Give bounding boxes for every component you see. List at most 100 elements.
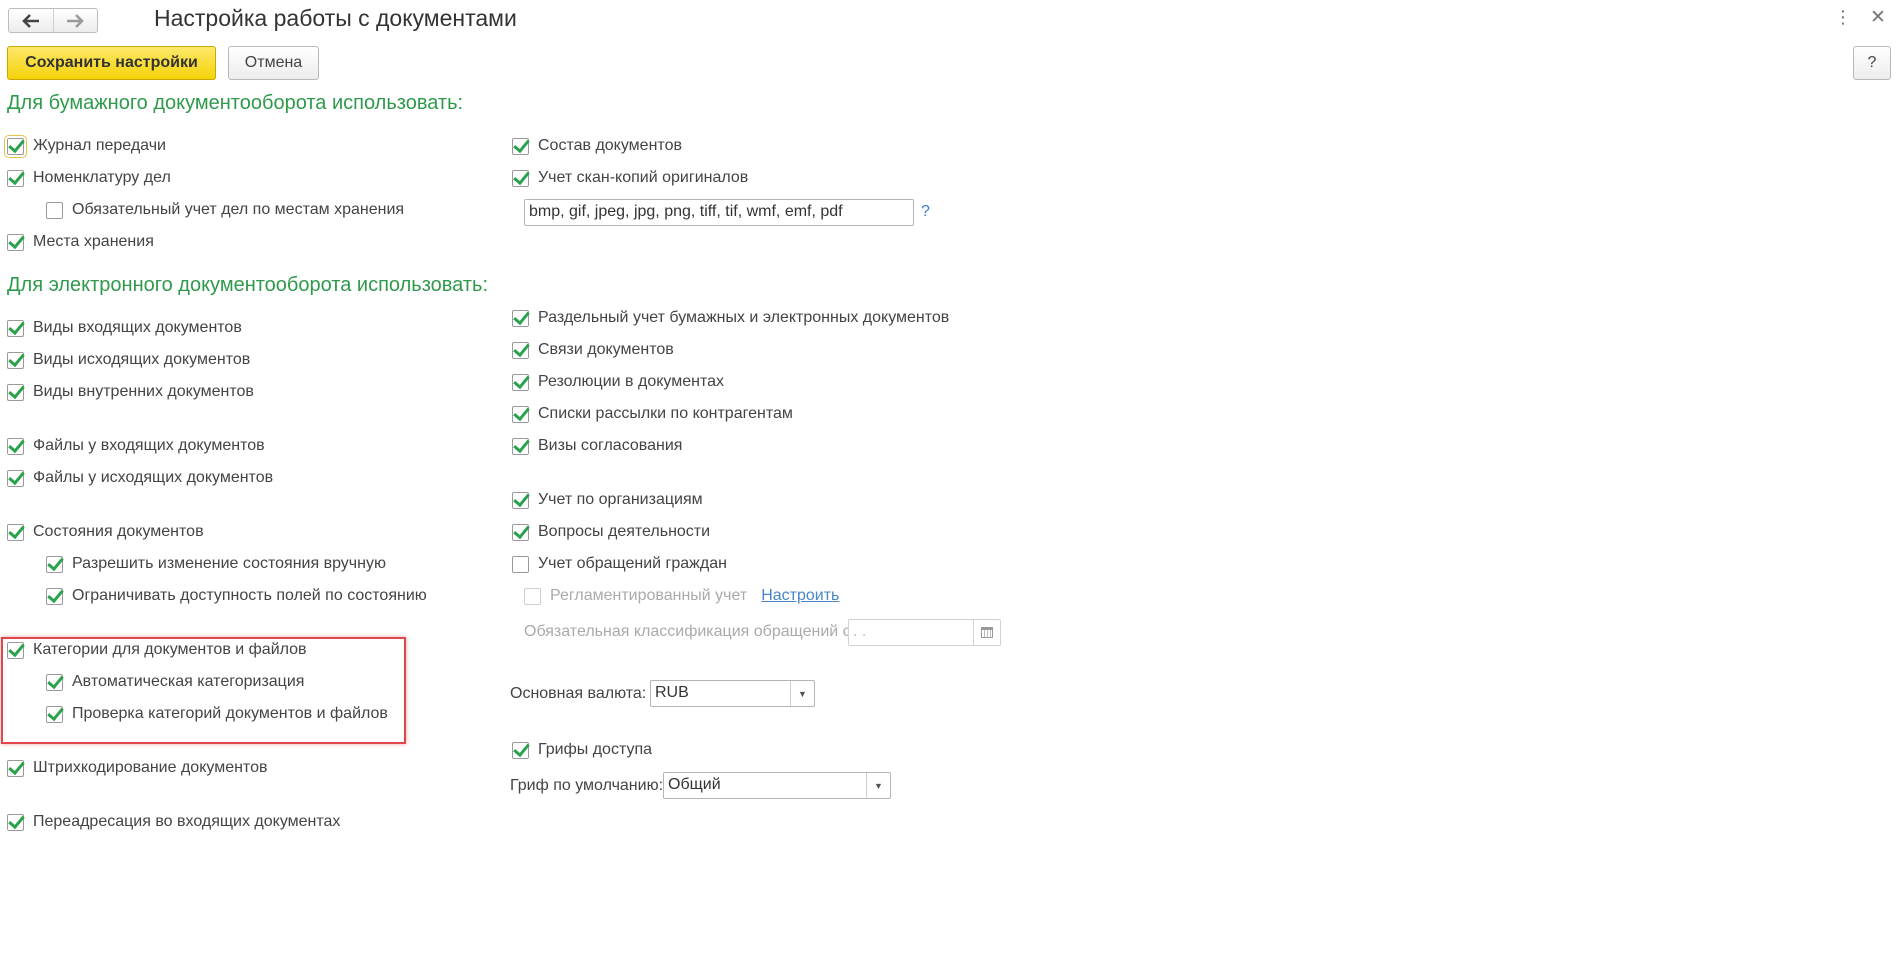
electronic-section-heading: Для электронного документооборота исполь…	[7, 274, 488, 296]
calendar-icon	[981, 627, 993, 638]
option-label: Состояния документов	[33, 523, 204, 540]
option-label: Связи документов	[538, 341, 674, 358]
cases-nomenclature-option[interactable]: Номенклатуру дел	[7, 167, 171, 189]
option-label: Автоматическая категоризация	[72, 673, 305, 690]
cancel-button[interactable]: Отмена	[228, 46, 319, 80]
auto-categorization-option[interactable]: Автоматическая категоризация	[46, 671, 304, 693]
checkbox[interactable]	[512, 555, 529, 573]
storage-places-option[interactable]: Места хранения	[7, 231, 154, 253]
option-label: Вопросы деятельности	[538, 523, 711, 540]
checkbox[interactable]	[512, 741, 529, 759]
paper-section-heading: Для бумажного документооборота использов…	[7, 92, 464, 114]
documents-composition-option[interactable]: Состав документов	[512, 135, 682, 157]
incoming-files-option[interactable]: Файлы у входящих документов	[7, 435, 265, 457]
forward-button[interactable]	[52, 9, 98, 32]
checkbox[interactable]	[7, 351, 24, 369]
barcoding-option[interactable]: Штрихкодирование документов	[7, 757, 267, 779]
check-categories-option[interactable]: Проверка категорий документов и файлов	[46, 703, 388, 725]
checkbox[interactable]	[46, 705, 63, 723]
checkbox[interactable]	[7, 233, 24, 251]
outgoing-types-option[interactable]: Виды исходящих документов	[7, 349, 250, 371]
mailing-lists-option[interactable]: Списки рассылки по контрагентам	[512, 403, 793, 425]
checkbox[interactable]	[512, 169, 529, 187]
option-label: Журнал передачи	[33, 137, 166, 154]
currency-value: RUB	[655, 684, 689, 701]
checkbox[interactable]	[512, 341, 529, 359]
checkbox[interactable]	[512, 405, 529, 423]
internal-types-option[interactable]: Виды внутренних документов	[7, 381, 254, 403]
outgoing-files-option[interactable]: Файлы у исходящих документов	[7, 467, 273, 489]
nav-buttons	[8, 8, 98, 33]
option-label: Обязательный учет дел по местам хранения	[72, 201, 405, 218]
option-label: Визы согласования	[538, 437, 683, 454]
restrict-fields-option[interactable]: Ограничивать доступность полей по состоя…	[46, 585, 427, 607]
checkbox[interactable]	[524, 587, 541, 605]
checkbox[interactable]	[7, 759, 24, 777]
checkbox[interactable]	[7, 641, 24, 659]
org-accounting-option[interactable]: Учет по организациям	[512, 489, 703, 511]
configure-link[interactable]: Настроить	[761, 587, 839, 605]
checkbox[interactable]	[4, 134, 27, 158]
activity-issues-option[interactable]: Вопросы деятельности	[512, 521, 710, 543]
regulated-accounting-option[interactable]: Регламентированный учет Настроить	[524, 585, 839, 607]
access-stamps-option[interactable]: Грифы доступа	[512, 739, 652, 761]
more-icon[interactable]: ⋮	[1834, 7, 1852, 28]
help-button[interactable]: ?	[1853, 46, 1891, 80]
default-stamp-value: Общий	[668, 776, 721, 793]
checkbox[interactable]	[7, 319, 24, 337]
option-label: Грифы доступа	[538, 741, 653, 758]
checkbox[interactable]	[46, 673, 63, 691]
option-label: Регламентированный учет	[550, 587, 748, 604]
transfer-journal-option[interactable]: Журнал передачи	[4, 134, 166, 158]
allow-manual-state-option[interactable]: Разрешить изменение состояния вручную	[46, 553, 386, 575]
checkbox[interactable]	[512, 523, 529, 541]
checkbox[interactable]	[46, 201, 63, 219]
option-label: Переадресация во входящих документах	[33, 813, 341, 830]
arrow-left-icon	[21, 13, 39, 28]
extensions-help-icon[interactable]: ?	[921, 203, 930, 221]
calendar-button[interactable]	[973, 620, 1000, 645]
checkbox[interactable]	[7, 813, 24, 831]
dropdown-button[interactable]: ▼	[866, 773, 890, 798]
checkbox[interactable]	[7, 437, 24, 455]
default-stamp-label: Гриф по умолчанию:	[510, 777, 664, 794]
checkbox[interactable]	[7, 523, 24, 541]
categories-option[interactable]: Категории для документов и файлов	[7, 639, 307, 661]
checkbox[interactable]	[46, 587, 63, 605]
checkbox[interactable]	[512, 491, 529, 509]
citizen-appeals-option[interactable]: Учет обращений граждан	[512, 553, 727, 575]
checkbox[interactable]	[512, 373, 529, 391]
default-stamp-select[interactable]: Общий ▼	[663, 772, 891, 799]
mandatory-classification-date[interactable]: . .	[848, 619, 1001, 646]
back-button[interactable]	[9, 9, 53, 32]
currency-select[interactable]: RUB ▼	[650, 680, 815, 707]
scan-copies-option[interactable]: Учет скан-копий оригиналов	[512, 167, 748, 189]
checkbox[interactable]	[512, 437, 529, 455]
option-label: Ограничивать доступность полей по состоя…	[72, 587, 427, 604]
close-icon[interactable]: ✕	[1870, 6, 1886, 29]
separate-accounting-option[interactable]: Раздельный учет бумажных и электронных д…	[512, 307, 949, 329]
checkbox[interactable]	[7, 383, 24, 401]
approval-visas-option[interactable]: Визы согласования	[512, 435, 682, 457]
checkbox[interactable]	[7, 169, 24, 187]
save-settings-button[interactable]: Сохранить настройки	[7, 46, 216, 80]
readdressing-option[interactable]: Переадресация во входящих документах	[7, 811, 340, 833]
option-label: Виды входящих документов	[33, 319, 242, 336]
option-label: Состав документов	[538, 137, 682, 154]
option-label: Виды внутренних документов	[33, 383, 254, 400]
option-label: Виды исходящих документов	[33, 351, 251, 368]
doc-states-option[interactable]: Состояния документов	[7, 521, 204, 543]
checkbox[interactable]	[46, 555, 63, 573]
incoming-types-option[interactable]: Виды входящих документов	[7, 317, 242, 339]
checkbox[interactable]	[7, 469, 24, 487]
doc-links-option[interactable]: Связи документов	[512, 339, 674, 361]
dropdown-button[interactable]: ▼	[790, 681, 814, 706]
mandatory-storage-accounting-option[interactable]: Обязательный учет дел по местам хранения	[46, 199, 404, 221]
resolutions-option[interactable]: Резолюции в документах	[512, 371, 724, 393]
option-label: Раздельный учет бумажных и электронных д…	[538, 309, 950, 326]
page-title: Настройка работы с документами	[154, 5, 517, 31]
checkbox[interactable]	[512, 309, 529, 327]
option-label: Списки рассылки по контрагентам	[538, 405, 793, 422]
checkbox[interactable]	[512, 137, 529, 155]
file-extensions-input[interactable]: bmp, gif, jpeg, jpg, png, tiff, tif, wmf…	[524, 199, 914, 226]
